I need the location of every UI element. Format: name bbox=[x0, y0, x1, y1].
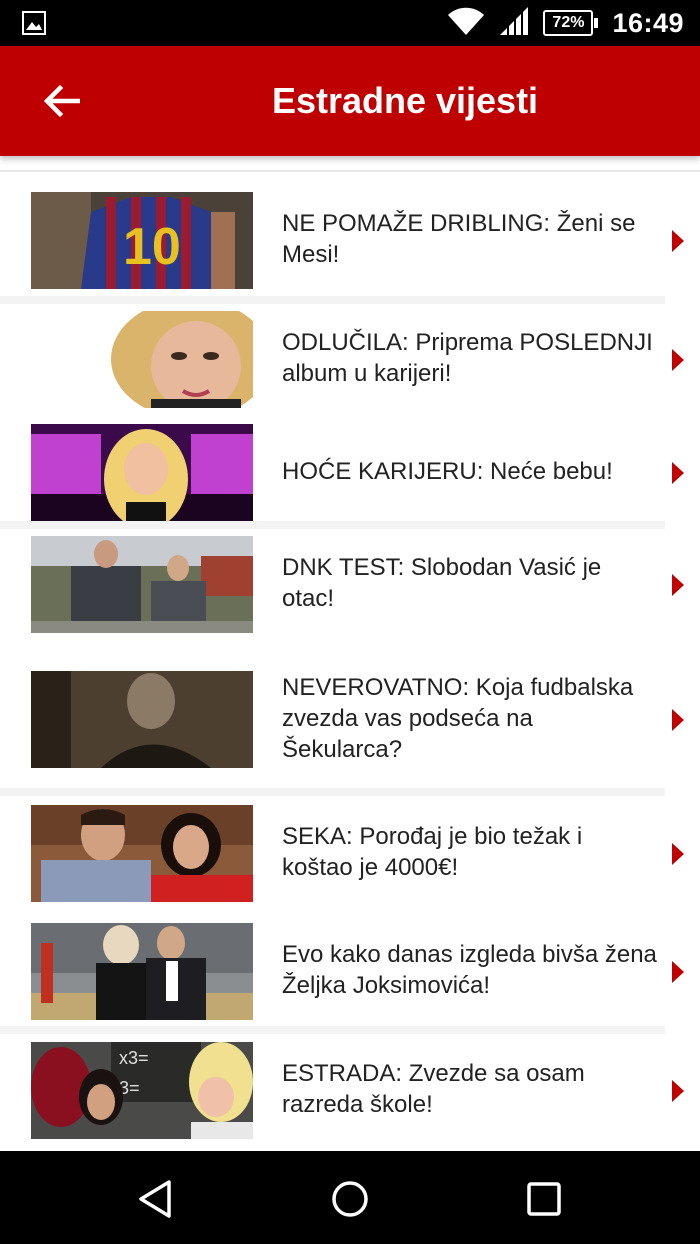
image-notification-icon bbox=[22, 11, 46, 40]
news-thumbnail bbox=[31, 671, 253, 768]
wifi-icon bbox=[447, 6, 485, 41]
chevron-right-icon bbox=[672, 462, 684, 484]
nav-back-icon bbox=[139, 1180, 171, 1218]
signal-icon bbox=[499, 6, 529, 41]
nav-back-button[interactable] bbox=[133, 1177, 177, 1221]
chevron-right-icon bbox=[672, 843, 684, 865]
navigation-bar bbox=[0, 1151, 700, 1244]
news-thumbnail: 10 bbox=[31, 192, 253, 289]
nav-recents-button[interactable] bbox=[522, 1177, 566, 1221]
svg-text:10: 10 bbox=[123, 218, 181, 276]
news-thumbnail bbox=[31, 805, 253, 902]
nav-home-icon bbox=[332, 1181, 368, 1217]
page-title: Estradne vijesti bbox=[271, 80, 539, 121]
chevron-right-icon bbox=[672, 574, 684, 596]
news-headline: SEKA: Porođaj je bio težak i koštao je 4… bbox=[282, 823, 583, 881]
chevron-right-icon bbox=[672, 230, 684, 252]
separator bbox=[0, 296, 665, 304]
chevron-right-icon bbox=[672, 1080, 684, 1102]
svg-text:x3=: x3= bbox=[119, 1048, 149, 1068]
news-item[interactable]: Evo kako danas izgleda bivša žena Željka… bbox=[0, 923, 700, 1020]
app-bar: Estradne vijesti bbox=[0, 46, 700, 156]
nav-home-button[interactable] bbox=[328, 1177, 372, 1221]
news-item[interactable]: SEKA: Porođaj je bio težak i koštao je 4… bbox=[0, 805, 700, 902]
news-headline: DNK TEST: Slobodan Vasić je otac! bbox=[282, 554, 602, 612]
chevron-right-icon bbox=[672, 961, 684, 983]
news-headline: NE POMAŽE DRIBLING: Ženi se Mesi! bbox=[282, 210, 636, 268]
nav-recents-icon bbox=[527, 1182, 561, 1216]
news-headline: NEVEROVATNO: Koja fudbalska zvezda vas p… bbox=[282, 674, 634, 763]
news-item[interactable]: x3= 3= ESTRADA: Zvezde sa osam razreda š… bbox=[0, 1042, 700, 1139]
news-thumbnail: x3= 3= bbox=[31, 1042, 253, 1139]
news-thumbnail bbox=[31, 923, 253, 1020]
clock: 16:49 bbox=[612, 7, 684, 38]
news-item[interactable]: ODLUČILA: Priprema POSLEDNJI album u kar… bbox=[0, 311, 700, 408]
chevron-right-icon bbox=[672, 709, 684, 731]
news-thumbnail bbox=[31, 311, 253, 408]
news-item[interactable]: DNK TEST: Slobodan Vasić je otac! bbox=[0, 536, 700, 633]
news-thumbnail bbox=[31, 536, 253, 633]
separator bbox=[0, 521, 665, 529]
news-headline: ESTRADA: Zvezde sa osam razreda škole! bbox=[282, 1060, 585, 1118]
battery-level: 72% bbox=[543, 10, 594, 36]
news-headline: Evo kako danas izgleda bivša žena Željka… bbox=[282, 941, 657, 999]
chevron-right-icon bbox=[672, 349, 684, 371]
divider bbox=[0, 170, 700, 172]
news-headline: ODLUČILA: Priprema POSLEDNJI album u kar… bbox=[282, 329, 653, 387]
status-bar: 72% 16:49 bbox=[0, 0, 700, 46]
separator bbox=[0, 1026, 665, 1034]
news-item[interactable]: HOĆE KARIJERU: Neće bebu! bbox=[0, 424, 700, 521]
battery-icon: 72% bbox=[543, 10, 599, 36]
news-thumbnail bbox=[31, 424, 253, 521]
news-item[interactable]: NEVEROVATNO: Koja fudbalska zvezda vas p… bbox=[0, 671, 700, 768]
news-headline: HOĆE KARIJERU: Neće bebu! bbox=[282, 458, 613, 485]
news-item[interactable]: 10 NE POMAŽE DRIBLING: Ženi se Mesi! bbox=[0, 192, 700, 289]
separator bbox=[0, 788, 665, 796]
